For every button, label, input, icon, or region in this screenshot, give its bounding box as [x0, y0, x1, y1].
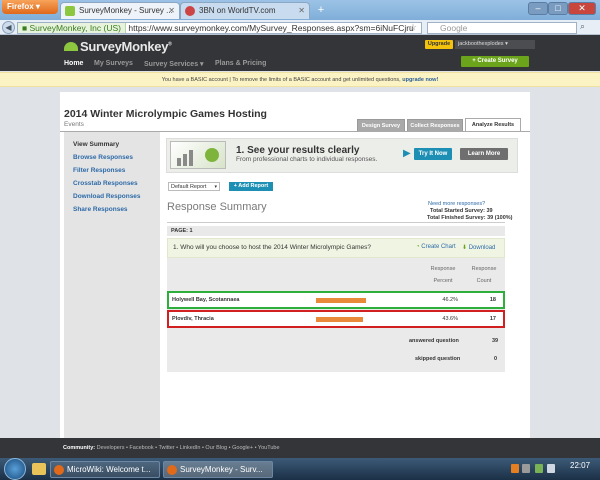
sidebar-item-view-summary[interactable]: View Summary: [73, 141, 119, 148]
tray-icon[interactable]: [522, 464, 530, 473]
volume-icon[interactable]: [547, 464, 555, 473]
learn-more-button[interactable]: Learn More: [460, 148, 508, 160]
url-bar[interactable]: ■ SurveyMonkey, Inc (US) https://www.sur…: [17, 22, 422, 34]
answer-count: 17: [489, 316, 496, 322]
footer-links[interactable]: Developers • Facebook • Twitter • Linked…: [97, 445, 280, 451]
nav-my-surveys[interactable]: My Surveys: [94, 60, 133, 67]
back-arrow-icon[interactable]: ◀: [2, 21, 15, 34]
response-summary-title: Response Summary: [167, 201, 267, 213]
promo-heading: 1. See your results clearly: [236, 145, 360, 156]
answered-label: answered question: [409, 338, 459, 344]
question-text: 1. Who will you choose to host the 2014 …: [173, 244, 371, 251]
sidebar-item-crosstab-responses[interactable]: Crosstab Responses: [73, 180, 138, 187]
tab-collect-responses[interactable]: Collect Responses: [407, 119, 463, 131]
clock: 22:07: [570, 461, 591, 470]
firefox-icon: [54, 465, 64, 475]
search-input[interactable]: Google: [427, 22, 577, 34]
browser-tab[interactable]: 3BN on WorldTV.com ✕: [180, 2, 310, 19]
browser-tab-active[interactable]: SurveyMonkey - Survey ... ✕: [60, 2, 180, 19]
lock-icon: ■: [22, 23, 28, 33]
answer-percent: 43.6%: [442, 316, 458, 322]
answer-label: Holywell Bay, Scotannaea: [172, 297, 240, 303]
column-header-response-count: Response Count: [471, 266, 497, 284]
network-icon[interactable]: [535, 464, 543, 473]
answer-row: Holywell Bay, Scotannaea 46.2% 18: [167, 291, 505, 309]
taskbar-item[interactable]: SurveyMonkey - Surv...: [163, 461, 273, 478]
nav-plans-pricing[interactable]: Plans & Pricing: [215, 60, 266, 67]
firefox-icon: [167, 465, 177, 475]
logo-mark-icon: [64, 42, 78, 51]
answered-count: 39: [492, 338, 499, 344]
tab-title: 3BN on WorldTV.com: [199, 6, 276, 15]
answer-count: 18: [489, 297, 496, 303]
promo-subtext: From professional charts to individual r…: [236, 156, 378, 163]
upgrade-button[interactable]: Upgrade: [425, 40, 453, 49]
add-report-button[interactable]: + Add Report: [229, 182, 273, 191]
skipped-count: 0: [494, 356, 498, 362]
new-tab-button[interactable]: +: [314, 4, 328, 18]
folder-icon[interactable]: [32, 463, 46, 475]
percent-bar: [316, 317, 363, 322]
report-select[interactable]: Default Report ▾: [168, 182, 220, 191]
account-banner: You have a BASIC account | To remove the…: [0, 72, 600, 87]
chart-icon: ◔: [416, 244, 420, 250]
maximize-button[interactable]: □: [548, 2, 568, 15]
nav-home[interactable]: Home: [64, 60, 83, 67]
surveymonkey-favicon: [65, 6, 75, 16]
nav-survey-services[interactable]: Survey Services ▾: [144, 60, 204, 68]
minimize-button[interactable]: –: [528, 2, 548, 15]
worldtv-favicon: [185, 6, 195, 16]
site-identity[interactable]: ■ SurveyMonkey, Inc (US): [18, 23, 126, 33]
tab-analyze-results[interactable]: Analyze Results: [465, 118, 521, 132]
divider: [167, 222, 505, 223]
close-tab-icon[interactable]: ✕: [298, 3, 305, 19]
survey-title: 2014 Winter Microlympic Games Hosting: [64, 108, 267, 120]
bookmark-star-icon[interactable]: ☆: [409, 22, 417, 33]
arrow-right-icon: ▶: [403, 148, 411, 159]
upgrade-now-link[interactable]: upgrade now!: [402, 77, 438, 83]
tray-icon[interactable]: [511, 464, 519, 473]
answer-percent: 46.2%: [442, 297, 458, 303]
percent-bar: [316, 298, 366, 303]
tab-title: SurveyMonkey - Survey ...: [79, 6, 173, 15]
download-link[interactable]: ⬇ Download: [462, 244, 495, 251]
sidebar-item-browse-responses[interactable]: Browse Responses: [73, 154, 133, 161]
firefox-menu-button[interactable]: Firefox ▾: [2, 0, 58, 14]
sidebar-item-share-responses[interactable]: Share Responses: [73, 206, 128, 213]
column-header-response-percent: Response Percent: [430, 266, 456, 284]
survey-category: Events: [64, 121, 84, 128]
total-finished: Total Finished Survey: 39 (100%): [427, 215, 513, 221]
taskbar-item[interactable]: MicroWiki: Welcome t...: [50, 461, 160, 478]
search-icon[interactable]: ⌕: [580, 21, 585, 32]
url-text: https://www.surveymonkey.com/MySurvey_Re…: [128, 23, 414, 33]
try-it-now-button[interactable]: Try It Now: [414, 148, 452, 160]
create-chart-link[interactable]: ◔ Create Chart: [416, 244, 456, 250]
sidebar: [64, 132, 160, 438]
answer-label: Plovdiv, Thracia: [172, 316, 214, 322]
sidebar-item-download-responses[interactable]: Download Responses: [73, 193, 141, 200]
tab-design-survey[interactable]: Design Survey: [357, 119, 405, 131]
chevron-down-icon: ▾: [214, 184, 217, 190]
user-menu[interactable]: jackboothexplodes ▾: [455, 40, 535, 49]
total-started: Total Started Survey: 39: [430, 208, 493, 214]
chart-preview-image: [170, 141, 226, 169]
answer-row: Plovdiv, Thracia 43.6% 17: [167, 310, 505, 328]
need-more-responses-link[interactable]: Need more responses?: [428, 201, 485, 207]
download-icon: ⬇: [462, 245, 468, 251]
close-tab-icon[interactable]: ✕: [168, 3, 175, 19]
windows-start-icon[interactable]: [4, 458, 26, 480]
page-header: PAGE: 1: [167, 226, 505, 236]
create-survey-button[interactable]: + Create Survey: [461, 56, 529, 67]
site-footer: Community: Developers • Facebook • Twitt…: [0, 438, 600, 458]
close-window-button[interactable]: ✕: [568, 2, 596, 15]
surveymonkey-logo[interactable]: SurveyMonkey®: [64, 39, 172, 54]
skipped-label: skipped question: [415, 356, 461, 362]
sidebar-item-filter-responses[interactable]: Filter Responses: [73, 167, 125, 174]
